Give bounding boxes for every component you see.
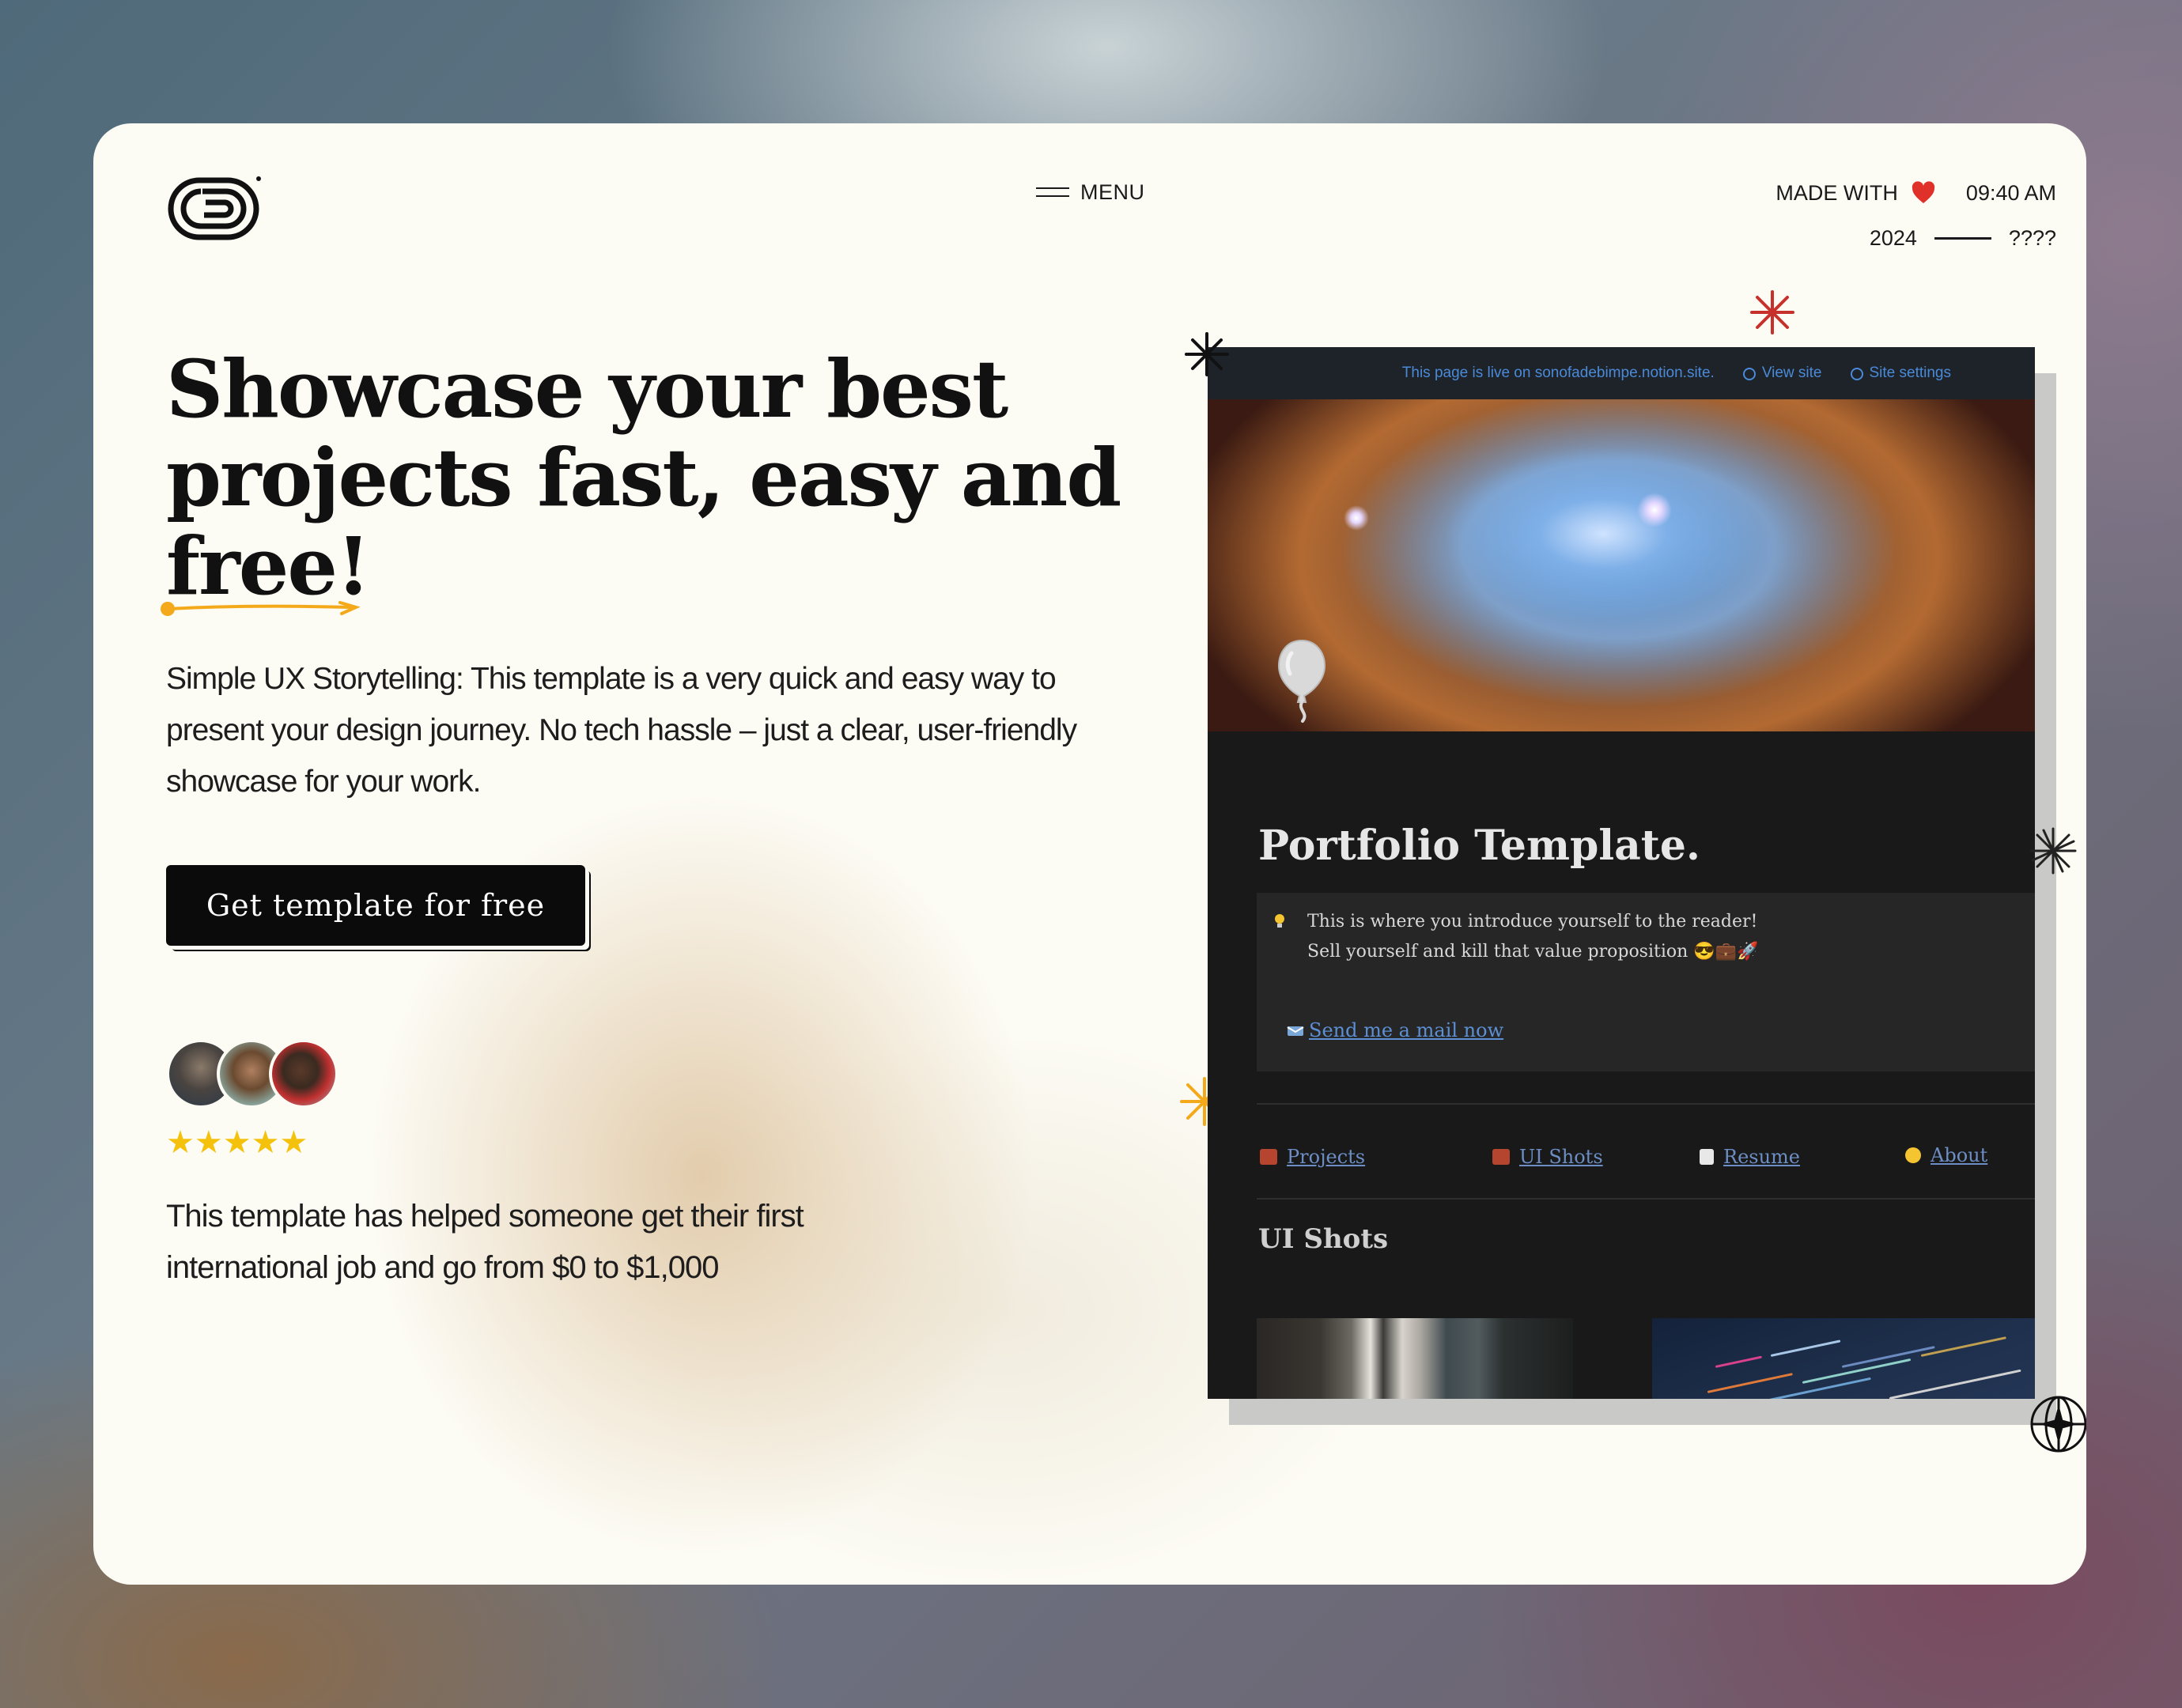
portfolio-preview[interactable]: This page is live on sonofadebimpe.notio… bbox=[1208, 347, 2035, 1399]
sparkle-icon bbox=[1185, 332, 1229, 376]
avatar-group bbox=[166, 1039, 348, 1110]
year-dash bbox=[1934, 237, 1991, 240]
mailbox-icon bbox=[1287, 1026, 1304, 1036]
send-mail-link[interactable]: Send me a mail now bbox=[1309, 1019, 1503, 1041]
briefcase-icon bbox=[1492, 1149, 1510, 1165]
made-with-label: MADE WITH bbox=[1775, 180, 1898, 205]
year-start: 2024 bbox=[1869, 226, 1917, 250]
callout-line-2: Sell yourself and kill that value propos… bbox=[1307, 942, 1759, 962]
nav-link-label: UI Shots bbox=[1519, 1146, 1603, 1168]
nebula-cover-image bbox=[1208, 399, 2035, 731]
menu-label: MENU bbox=[1080, 180, 1145, 204]
nav-link-projects[interactable]: Projects bbox=[1260, 1146, 1365, 1168]
year-end: ???? bbox=[2008, 226, 2056, 250]
hamburger-icon bbox=[1036, 186, 1069, 200]
nav-link-ui-shots[interactable]: UI Shots bbox=[1492, 1146, 1603, 1168]
loop-logo-icon[interactable] bbox=[165, 176, 263, 242]
sparkle-icon bbox=[1750, 290, 1794, 334]
globe-icon bbox=[2030, 1396, 2086, 1453]
preview-nav: Projects UI Shots Resume About bbox=[1257, 1144, 2035, 1177]
menu-toggle[interactable]: MENU bbox=[1036, 180, 1145, 205]
nav-link-label: Resume bbox=[1723, 1146, 1801, 1168]
globe-icon bbox=[1742, 368, 1756, 380]
nav-link-label: About bbox=[1931, 1144, 1988, 1166]
view-site-link[interactable]: View site bbox=[1742, 365, 1822, 382]
divider bbox=[1257, 1198, 2035, 1200]
testimonial-text: This template has helped someone get the… bbox=[166, 1199, 804, 1285]
made-with-row: MADE WITH 09:40 AM bbox=[1775, 180, 2056, 206]
underline-squiggle bbox=[161, 601, 361, 616]
callout-line-1: This is where you introduce yourself to … bbox=[1307, 912, 1758, 931]
year-range: 2024 ???? bbox=[1870, 226, 2056, 251]
hero-card: MENU MADE WITH 09:40 AM 2024 ???? Showca… bbox=[93, 123, 2086, 1585]
briefcase-icon bbox=[1260, 1149, 1277, 1165]
view-site-label: View site bbox=[1761, 365, 1822, 381]
ui-shot-thumbnail[interactable] bbox=[1652, 1318, 2035, 1399]
heart-icon bbox=[1912, 181, 1935, 203]
intro-callout: This is where you introduce yourself to … bbox=[1257, 893, 2035, 1071]
sparkle-icon bbox=[2029, 827, 2077, 875]
clock-time: 09:40 AM bbox=[1965, 180, 2056, 205]
site-settings-link[interactable]: Site settings bbox=[1850, 365, 1952, 382]
rating-stars: ★★★★★ bbox=[166, 1125, 308, 1160]
live-site-text: This page is live on sonofadebimpe.notio… bbox=[1401, 365, 1715, 381]
smiley-icon bbox=[1905, 1147, 1921, 1163]
gear-icon bbox=[1850, 368, 1863, 380]
portfolio-title: Portfolio Template. bbox=[1258, 822, 1700, 870]
site-settings-label: Site settings bbox=[1869, 365, 1952, 381]
get-template-button[interactable]: Get template for free bbox=[166, 865, 585, 946]
divider bbox=[1257, 1103, 2035, 1105]
balloon-icon bbox=[1277, 639, 1326, 723]
avatar bbox=[269, 1039, 338, 1109]
hero-subtext: Simple UX Storytelling: This template is… bbox=[166, 662, 1077, 799]
nav-link-about[interactable]: About bbox=[1905, 1144, 1987, 1166]
lightbulb-icon bbox=[1275, 914, 1284, 928]
document-icon bbox=[1700, 1149, 1714, 1165]
ui-shots-heading: UI Shots bbox=[1258, 1223, 1389, 1255]
hero-headline: Showcase your best projects fast, easy a… bbox=[166, 342, 1121, 613]
ui-shot-thumbnail[interactable] bbox=[1257, 1318, 1573, 1399]
nav-link-resume[interactable]: Resume bbox=[1700, 1146, 1800, 1168]
nav-link-label: Projects bbox=[1287, 1146, 1366, 1168]
live-site-bar: This page is live on sonofadebimpe.notio… bbox=[1208, 347, 2035, 399]
